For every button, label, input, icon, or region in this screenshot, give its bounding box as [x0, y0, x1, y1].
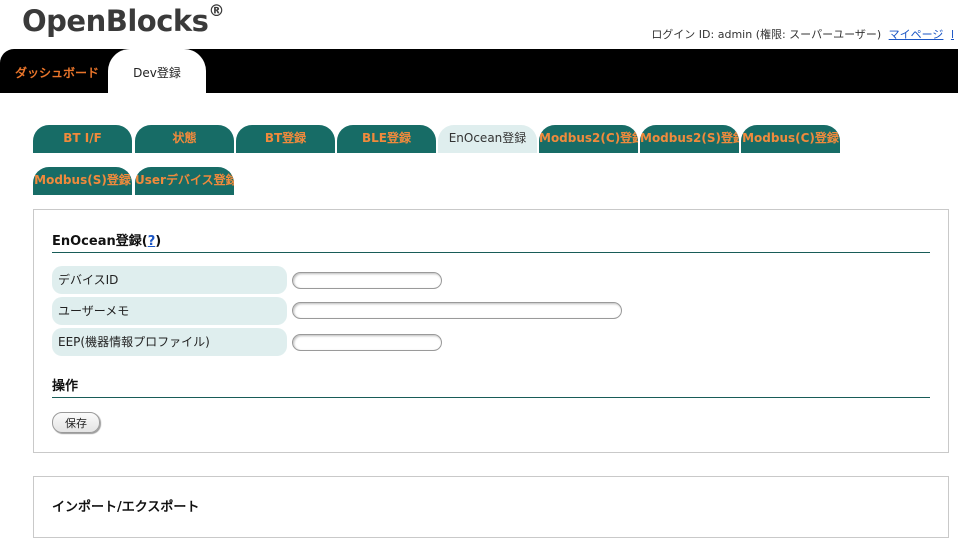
help-close-paren: ): [155, 234, 162, 249]
device-id-input[interactable]: [292, 272, 442, 289]
nav-tab-dev-register[interactable]: Dev登録: [108, 49, 206, 93]
form-title: EnOcean登録(?): [52, 230, 161, 249]
user-memo-label: ユーザーメモ: [52, 297, 287, 325]
form-title-text: EnOcean登録: [52, 234, 142, 249]
subtab-modbus2s-register[interactable]: Modbus2(S)登録: [640, 125, 739, 153]
clipped-link[interactable]: l: [951, 28, 954, 41]
subtab-ble-register[interactable]: BLE登録: [337, 125, 436, 153]
registered-mark: ®: [208, 1, 224, 21]
subtab-modbusc-register[interactable]: Modbus(C)登録: [741, 125, 840, 153]
logo-text: OpenBlocks: [22, 4, 209, 38]
subtab-bt-if[interactable]: BT I/F: [33, 125, 132, 153]
login-info: ログイン ID: admin (権限: スーパーユーザー): [651, 28, 882, 41]
subtab-bt-register[interactable]: BT登録: [236, 125, 335, 153]
subtab-status[interactable]: 状態: [135, 125, 234, 153]
section-divider: [52, 252, 930, 253]
operations-divider: [52, 397, 930, 398]
eep-label: EEP(機器情報プロファイル): [52, 328, 287, 356]
user-memo-input[interactable]: [292, 302, 622, 319]
enocean-form-panel: EnOcean登録(?) デバイスID ユーザーメモ EEP(機器情報プロファイ…: [33, 209, 949, 453]
device-id-label: デバイスID: [52, 266, 287, 294]
subtab-modbuss-register[interactable]: Modbus(S)登録: [33, 167, 132, 195]
app-logo: OpenBlocks®: [22, 1, 224, 38]
subtab-enocean-register[interactable]: EnOcean登録: [438, 125, 537, 153]
save-button[interactable]: 保存: [52, 412, 100, 433]
mypage-link[interactable]: マイページ: [889, 28, 944, 41]
user-info-bar: ログイン ID: admin (権限: スーパーユーザー) マイページ l: [651, 26, 954, 42]
operations-title: 操作: [52, 379, 79, 394]
eep-input[interactable]: [292, 334, 442, 351]
subtab-modbus2c-register[interactable]: Modbus2(C)登録: [539, 125, 638, 153]
import-export-panel: インポート/エクスポート: [33, 476, 949, 538]
nav-tab-dashboard[interactable]: ダッシュボード: [15, 49, 99, 93]
subtab-user-device-register[interactable]: Userデバイス登録: [135, 167, 234, 195]
main-nav: ダッシュボード Dev登録: [0, 49, 958, 93]
import-export-title: インポート/エクスポート: [52, 500, 200, 515]
